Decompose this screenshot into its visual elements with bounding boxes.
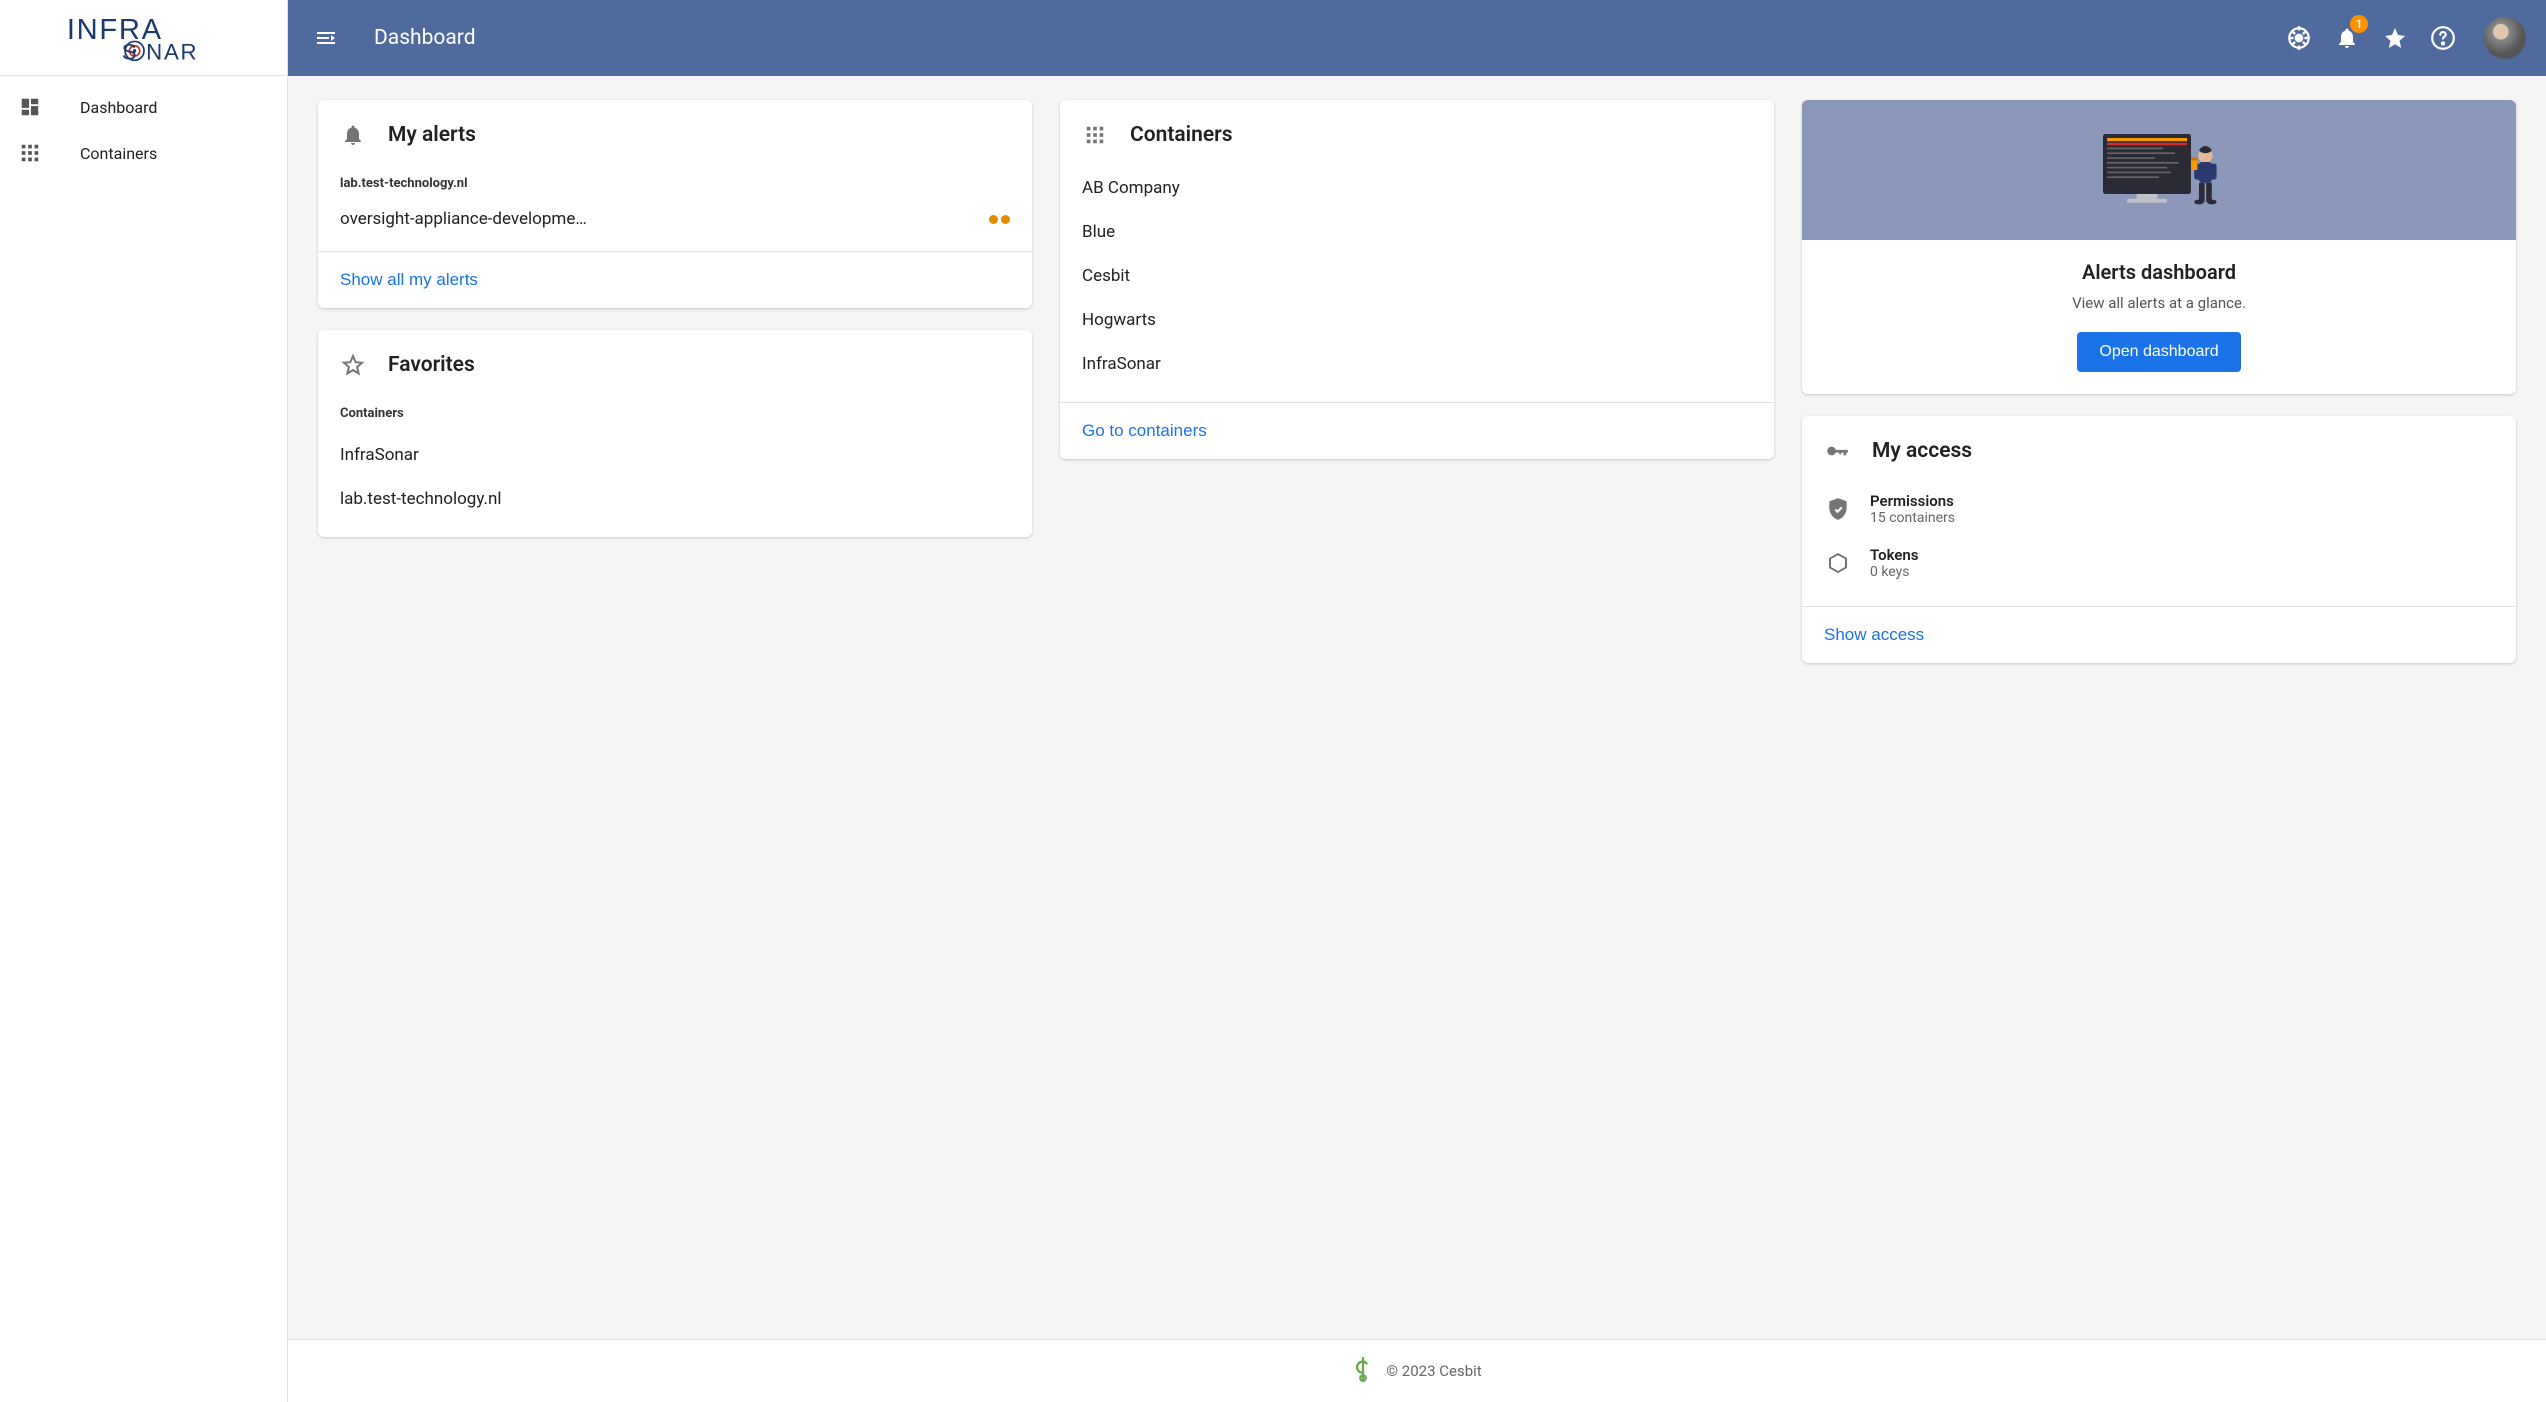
- sidebar-item-label: Dashboard: [80, 98, 157, 117]
- notification-badge: 1: [2350, 15, 2368, 33]
- alert-text: oversight-appliance-developme…: [340, 209, 979, 229]
- container-item[interactable]: Cesbit: [1082, 254, 1752, 298]
- sidebar-item-containers[interactable]: Containers: [0, 130, 287, 176]
- alerts-dashboard-card: Alerts dashboard View all alerts at a gl…: [1802, 100, 2516, 394]
- tokens-value: 0 keys: [1870, 564, 1919, 580]
- menu-toggle-icon[interactable]: [308, 20, 344, 56]
- severity-dots: [989, 215, 1010, 224]
- star-icon[interactable]: [2380, 23, 2410, 53]
- sidebar-item-label: Containers: [80, 144, 157, 163]
- promo-illustration: [1802, 100, 2516, 240]
- promo-title: Alerts dashboard: [1822, 260, 2496, 284]
- star-outline-icon: [340, 352, 366, 378]
- favorites-section-label: Containers: [340, 406, 1010, 421]
- card-title: Containers: [1130, 123, 1233, 147]
- cube-icon: [1824, 549, 1852, 577]
- favorite-item[interactable]: lab.test-technology.nl: [340, 477, 1010, 521]
- favorite-item[interactable]: InfraSonar: [340, 433, 1010, 477]
- shield-check-icon: [1824, 495, 1852, 523]
- container-item[interactable]: AB Company: [1082, 166, 1752, 210]
- my-alerts-card: My alerts lab.test-technology.nl oversig…: [318, 100, 1032, 308]
- notifications-icon[interactable]: 1: [2332, 23, 2362, 53]
- permissions-row[interactable]: Permissions 15 containers: [1824, 482, 2494, 536]
- svg-text:S NAR: S NAR: [121, 39, 198, 64]
- bell-icon: [340, 122, 366, 148]
- promo-subtitle: View all alerts at a glance.: [1822, 294, 2496, 312]
- cesbit-logo-icon: [1352, 1356, 1374, 1386]
- footer: © 2023 Cesbit: [288, 1339, 2546, 1402]
- help-icon[interactable]: [2428, 23, 2458, 53]
- go-to-containers-link[interactable]: Go to containers: [1082, 421, 1207, 441]
- card-title: My alerts: [388, 123, 476, 147]
- key-icon: [1824, 438, 1850, 464]
- card-title: My access: [1872, 439, 1972, 463]
- tokens-row[interactable]: Tokens 0 keys: [1824, 536, 2494, 590]
- alert-group-name: lab.test-technology.nl: [340, 176, 1010, 191]
- apps-icon: [1082, 122, 1108, 148]
- card-title: Favorites: [388, 353, 475, 377]
- copyright-text: © 2023 Cesbit: [1386, 1362, 1481, 1380]
- settings-icon[interactable]: [2284, 23, 2314, 53]
- avatar[interactable]: [2484, 17, 2526, 59]
- sidebar: INFRA S NAR Dashboard Containers: [0, 0, 288, 1402]
- show-access-link[interactable]: Show access: [1824, 625, 1924, 645]
- favorites-card: Favorites Containers InfraSonar lab.test…: [318, 330, 1032, 537]
- my-access-card: My access Permissions 15 containers: [1802, 416, 2516, 663]
- container-item[interactable]: Blue: [1082, 210, 1752, 254]
- permissions-label: Permissions: [1870, 492, 1955, 510]
- page-title: Dashboard: [374, 26, 2284, 50]
- tokens-label: Tokens: [1870, 546, 1919, 564]
- containers-card: Containers AB Company Blue Cesbit Hogwar…: [1060, 100, 1774, 459]
- topbar: Dashboard 1: [288, 0, 2546, 76]
- container-item[interactable]: Hogwarts: [1082, 298, 1752, 342]
- dashboard-icon: [18, 95, 42, 119]
- apps-icon: [18, 141, 42, 165]
- show-all-alerts-link[interactable]: Show all my alerts: [340, 270, 478, 290]
- open-dashboard-button[interactable]: Open dashboard: [2077, 332, 2240, 372]
- sidebar-item-dashboard[interactable]: Dashboard: [0, 84, 287, 130]
- nav-list: Dashboard Containers: [0, 76, 287, 176]
- alert-item[interactable]: oversight-appliance-developme…: [340, 203, 1010, 235]
- permissions-value: 15 containers: [1870, 510, 1955, 526]
- brand-logo[interactable]: INFRA S NAR: [0, 0, 287, 76]
- container-item[interactable]: InfraSonar: [1082, 342, 1752, 386]
